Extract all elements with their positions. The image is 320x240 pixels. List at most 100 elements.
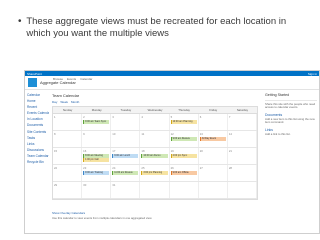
day-number: 13 xyxy=(199,131,203,136)
calendar-day-cell[interactable]: 22 xyxy=(53,165,83,181)
calendar-event[interactable]: 9:00 am Review xyxy=(170,136,197,141)
ribbon-tab[interactable]: Events xyxy=(67,77,76,81)
left-nav-item[interactable]: Calendar xyxy=(27,93,49,97)
calendar-day-cell[interactable] xyxy=(170,182,199,198)
left-nav-item[interactable]: In Location xyxy=(27,117,49,121)
day-number: 18 xyxy=(141,148,145,153)
sharepoint-screenshot: SharePoint Sign in Aggregate Calendar Br… xyxy=(24,70,320,234)
calendar-day-cell[interactable] xyxy=(140,182,170,198)
calendar-event[interactable]: 8:00 am Meeting xyxy=(83,153,110,158)
calendar-day-cell[interactable]: 31 xyxy=(111,182,141,198)
sign-in-link[interactable]: Sign in xyxy=(308,72,317,76)
calendar-day-cell[interactable]: 16 8:00 am Meeting 1:00 pm Call xyxy=(82,148,112,164)
calendar-day-cell[interactable]: 20 xyxy=(199,148,228,164)
calendar-day-cell[interactable]: 6 xyxy=(199,114,228,130)
right-pane: Getting Started Share this site with the… xyxy=(265,93,317,137)
right-pane-text-2: Add a new item to this list using the ne… xyxy=(265,116,315,125)
left-nav-item[interactable]: Team Calendar xyxy=(27,154,49,158)
calendar-day-cell[interactable]: 5 10:00 am Planning xyxy=(170,114,199,130)
left-nav-item[interactable]: Site Contents xyxy=(27,130,49,134)
ribbon-tab[interactable]: Browse xyxy=(53,77,63,81)
suite-bar-brand: SharePoint xyxy=(27,71,42,76)
calendar-day-cell[interactable]: 24 11:00 am Review xyxy=(111,165,141,181)
calendar-day-cell[interactable]: 17 9:00 am Lunch xyxy=(111,148,141,164)
calendar-day-cell[interactable]: 9 xyxy=(82,131,112,147)
overlay-link[interactable]: Show Overlay Calendars xyxy=(52,211,260,215)
calendar-day-cell[interactable]: 4 xyxy=(140,114,170,130)
calendar-event[interactable]: 11:00 am Review xyxy=(112,170,139,175)
left-navigation: Calendar Home Recent Events Calendar In Loca… xyxy=(27,93,49,166)
calendar-day-cell[interactable]: 27 xyxy=(199,165,228,181)
view-tab[interactable]: Month xyxy=(71,100,79,104)
calendar-day-cell[interactable]: 18 10:00 am Demo xyxy=(140,148,170,164)
day-number: 27 xyxy=(199,165,203,170)
calendar-event[interactable]: 9:00 am Team Sync xyxy=(83,119,110,124)
calendar-day-cell[interactable]: 23 9:00 am Training xyxy=(82,165,112,181)
view-tab[interactable]: Day xyxy=(52,100,57,104)
calendar-event[interactable]: All Day Event xyxy=(199,136,226,141)
calendar-day-cell[interactable]: 29 xyxy=(53,182,83,198)
left-nav-item[interactable]: Home xyxy=(27,99,49,103)
calendar-day-cell[interactable]: 10 xyxy=(111,131,141,147)
calendar-event[interactable]: 9:00 am Lunch xyxy=(112,153,139,158)
left-nav-item[interactable]: Discussions xyxy=(27,148,49,152)
day-number: 2 xyxy=(83,114,85,119)
day-number: 6 xyxy=(199,114,202,119)
calendar-event[interactable]: 9:00 am Offsite xyxy=(170,170,197,175)
calendar-day-cell[interactable]: 7 xyxy=(228,114,257,130)
calendar-day-cell[interactable]: 15 xyxy=(53,148,83,164)
day-number xyxy=(199,182,227,183)
left-nav-item[interactable]: Links xyxy=(27,142,49,146)
calendar-day-cell[interactable]: 3 xyxy=(111,114,141,130)
weekday-label: Saturday xyxy=(236,108,249,112)
calendar-event[interactable]: 10:00 am Planning xyxy=(170,119,197,124)
calendar-day-cell[interactable]: 11 xyxy=(140,131,170,147)
slide-bullet: • These aggregate views must be recreate… xyxy=(18,16,308,40)
day-number xyxy=(228,182,256,183)
calendar-day-cell[interactable]: 13 All Day Event xyxy=(199,131,228,147)
calendar-main: Team Calendar Day Week Month Sunday Monday T… xyxy=(52,93,260,200)
calendar-day-cell[interactable]: 2 9:00 am Team Sync xyxy=(82,114,112,130)
calendar-event[interactable]: 3:00 pm Planning xyxy=(141,170,168,175)
day-number: 30 xyxy=(83,182,87,187)
site-logo-icon[interactable] xyxy=(28,78,37,87)
day-number: 16 xyxy=(83,148,87,153)
calendar-event[interactable]: 2:00 pm Sync xyxy=(170,153,197,158)
day-number: 7 xyxy=(228,114,231,119)
calendar-week-row: 22 23 9:00 am Training 24 11:00 am Review 25 3… xyxy=(53,165,257,182)
left-nav-item[interactable]: Events Calendar xyxy=(27,111,49,115)
left-nav-item[interactable]: Tasks xyxy=(27,136,49,140)
day-number: 19 xyxy=(170,148,174,153)
day-number: 10 xyxy=(112,131,116,136)
calendar-event[interactable]: 10:00 am Demo xyxy=(141,153,168,158)
weekday-header: Sunday Monday Tuesday Wednesday Thursday Frid… xyxy=(53,107,257,114)
right-pane-text-3: Add a link to this list. xyxy=(265,131,291,136)
calendar-day-cell[interactable] xyxy=(228,182,257,198)
calendar-day-cell[interactable]: 28 xyxy=(228,165,257,181)
calendar-day-cell[interactable]: 26 9:00 am Offsite xyxy=(170,165,199,181)
calendar-body: 1 2 9:00 am Team Sync 3 4 5 10:00 am Planning 6… xyxy=(53,114,257,199)
calendar-day-cell[interactable]: 21 xyxy=(228,148,257,164)
calendar-day-cell[interactable]: 25 3:00 pm Planning xyxy=(140,165,170,181)
calendar-day-cell[interactable]: 30 xyxy=(82,182,112,198)
calendar-footer: Show Overlay Calendars Use this calendar… xyxy=(52,211,260,220)
left-nav-item[interactable]: Documents xyxy=(27,123,49,127)
calendar-day-cell[interactable]: 14 xyxy=(228,131,257,147)
calendar-event[interactable]: 9:00 am Training xyxy=(83,170,110,175)
calendar-day-cell[interactable]: 8 xyxy=(53,131,83,147)
day-number: 28 xyxy=(228,165,232,170)
calendar-day-cell[interactable]: 12 9:00 am Review xyxy=(170,131,199,147)
calendar-event[interactable]: 1:00 pm Call xyxy=(83,158,110,162)
calendar-day-cell[interactable]: 19 2:00 pm Sync xyxy=(170,148,199,164)
calendar-week-row: 1 2 9:00 am Team Sync 3 4 5 10:00 am Planning 6… xyxy=(53,114,257,131)
view-tab[interactable]: Week xyxy=(60,100,68,104)
calendar-week-row: 29 30 31 xyxy=(53,182,257,199)
day-number: 22 xyxy=(54,165,58,170)
ribbon-tab[interactable]: Calendar xyxy=(80,77,92,81)
calendar-day-cell[interactable]: 1 xyxy=(53,114,83,130)
left-nav-item[interactable]: Recycle Bin xyxy=(27,160,49,164)
calendar-day-cell[interactable] xyxy=(199,182,228,198)
day-number: 1 xyxy=(54,114,56,119)
left-nav-item[interactable]: Recent xyxy=(27,105,49,109)
day-number: 31 xyxy=(112,182,116,187)
